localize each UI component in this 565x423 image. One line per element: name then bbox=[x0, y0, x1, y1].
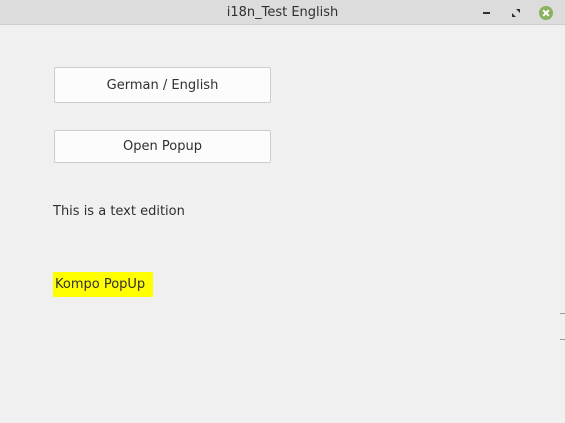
language-toggle-button[interactable]: German / English bbox=[54, 67, 271, 103]
close-button[interactable] bbox=[537, 4, 555, 21]
open-popup-button[interactable]: Open Popup bbox=[54, 130, 271, 163]
window-edge-mark bbox=[560, 313, 565, 314]
text-edition-label: This is a text edition bbox=[53, 204, 185, 219]
minimize-icon bbox=[482, 11, 490, 14]
window-edge-mark bbox=[560, 339, 565, 340]
close-icon bbox=[539, 5, 553, 20]
restore-icon bbox=[512, 8, 520, 17]
popup-label: Kompo PopUp bbox=[53, 272, 153, 297]
maximize-button[interactable] bbox=[507, 4, 525, 21]
minimize-button[interactable] bbox=[477, 4, 495, 21]
app-window: i18n_Test English German / English Open … bbox=[0, 0, 565, 423]
title-bar[interactable]: i18n_Test English bbox=[0, 0, 565, 25]
